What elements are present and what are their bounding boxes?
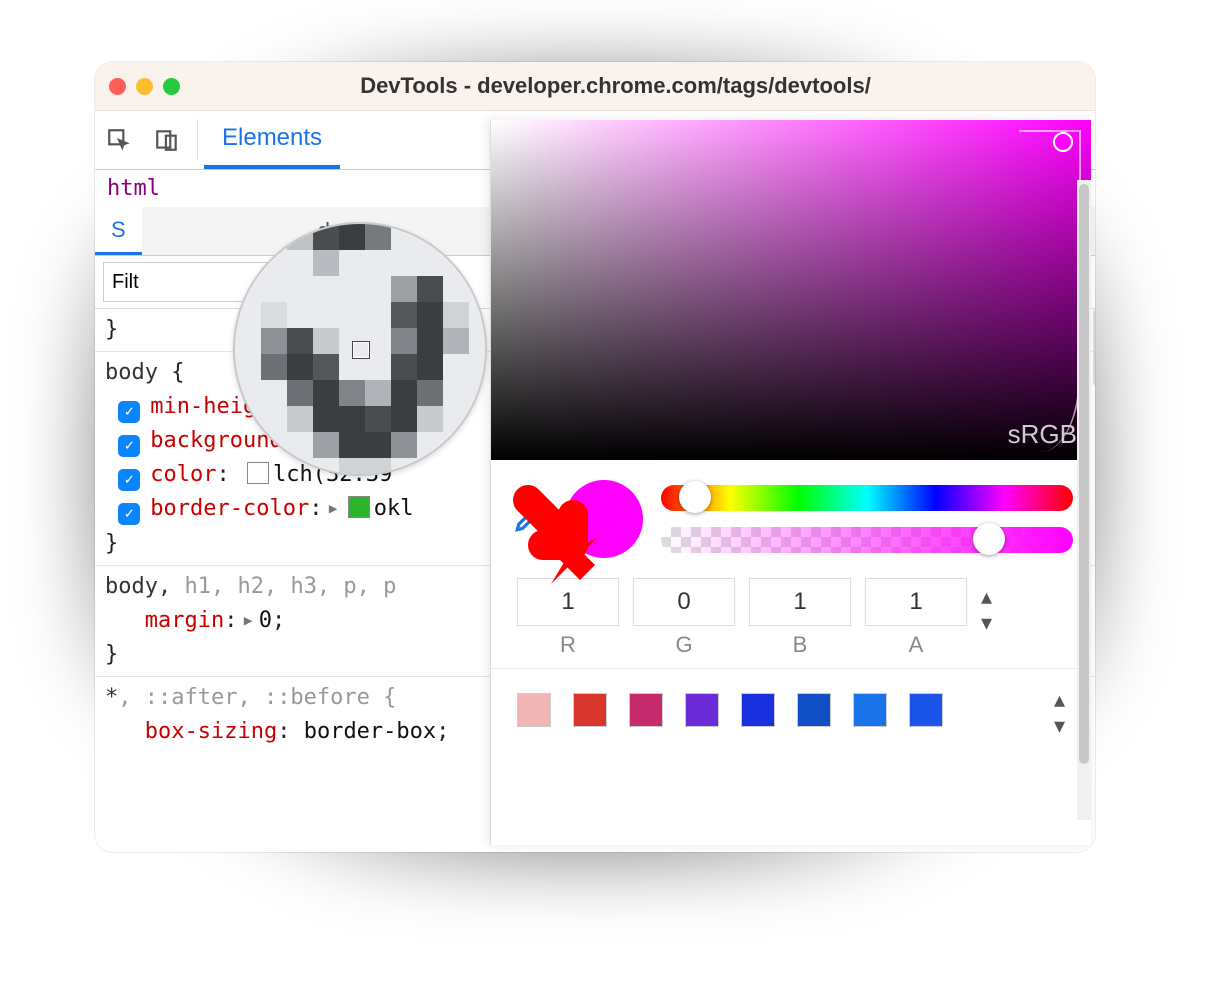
subtab-styles[interactable]: S [95,207,142,255]
device-toggle-icon[interactable] [143,111,191,169]
prop-color[interactable]: color [150,462,216,487]
chevron-up-icon[interactable]: ▴ [1054,687,1065,713]
scrollbar-thumb[interactable] [1079,184,1089,764]
alpha-thumb[interactable] [973,523,1005,555]
gamut-line [1019,130,1081,452]
checkbox-icon[interactable]: ✓ [118,469,140,491]
prop-box-sizing[interactable]: box-sizing [145,719,277,744]
palette-swatch[interactable] [517,693,551,727]
channel-a-label: A [909,632,924,658]
hue-slider[interactable] [661,485,1073,511]
magnifier-crosshair [353,342,369,358]
selector-gray: h1, h2, h3, p, p [184,574,396,599]
traffic-light-minimize[interactable] [136,78,153,95]
palette-swatch[interactable] [741,693,775,727]
eyedropper-magnifier [233,222,487,476]
traffic-light-zoom[interactable] [163,78,180,95]
annotation-arrow-icon [495,480,605,590]
format-spinner[interactable]: ▴ ▾ [981,578,992,636]
channel-b-label: B [793,632,808,658]
expand-triangle-icon[interactable]: ▸ [326,496,339,521]
palette-swatch[interactable] [685,693,719,727]
traffic-light-close[interactable] [109,78,126,95]
selector-body[interactable]: body [105,360,158,385]
tab-elements[interactable]: Elements [204,111,340,169]
expand-triangle-icon[interactable]: ▸ [241,608,254,633]
chevron-down-icon[interactable]: ▾ [1054,713,1065,739]
alpha-slider[interactable] [661,527,1073,553]
selector-star[interactable]: * [105,685,118,710]
val-box-sizing[interactable]: border-box [304,719,436,744]
checkbox-icon[interactable]: ✓ [118,503,140,525]
titlebar: DevTools - developer.chrome.com/tags/dev… [95,62,1095,111]
color-spectrum[interactable]: sRGB [491,120,1091,460]
palette-swatch[interactable] [853,693,887,727]
resize-grip[interactable] [1093,307,1095,387]
channel-r-label: R [560,632,576,658]
color-swatch-icon[interactable] [348,496,370,518]
channel-g-input[interactable] [633,578,735,626]
color-palette: ▴ ▾ [491,668,1091,751]
scrollbar-vertical[interactable] [1077,180,1091,820]
chevron-up-icon[interactable]: ▴ [981,584,992,610]
gamut-label: sRGB [1008,419,1077,450]
palette-swatch[interactable] [909,693,943,727]
palette-spinner[interactable]: ▴ ▾ [1054,681,1065,739]
window-title: DevTools - developer.chrome.com/tags/dev… [190,73,1081,99]
hue-thumb[interactable] [679,481,711,513]
checkbox-icon[interactable]: ✓ [118,401,140,423]
spectrum-cursor[interactable] [1053,132,1073,152]
channel-b-input[interactable] [749,578,851,626]
checkbox-icon[interactable]: ✓ [118,435,140,457]
palette-swatch[interactable] [629,693,663,727]
palette-swatch[interactable] [797,693,831,727]
channel-a-input[interactable] [865,578,967,626]
channel-g-label: G [675,632,692,658]
prop-margin[interactable]: margin [145,608,224,633]
val-margin[interactable]: 0 [259,608,272,633]
devtools-window: DevTools - developer.chrome.com/tags/dev… [95,62,1095,852]
selector-pseudo: , ::after, ::before { [118,685,396,710]
selector-body2[interactable]: body, [105,574,184,599]
chevron-down-icon[interactable]: ▾ [981,610,992,636]
val-border-color[interactable]: okl [374,496,414,521]
palette-swatch[interactable] [573,693,607,727]
toolbar-separator [197,119,198,161]
prop-border-color[interactable]: border-color [150,496,309,521]
inspect-icon[interactable] [95,111,143,169]
